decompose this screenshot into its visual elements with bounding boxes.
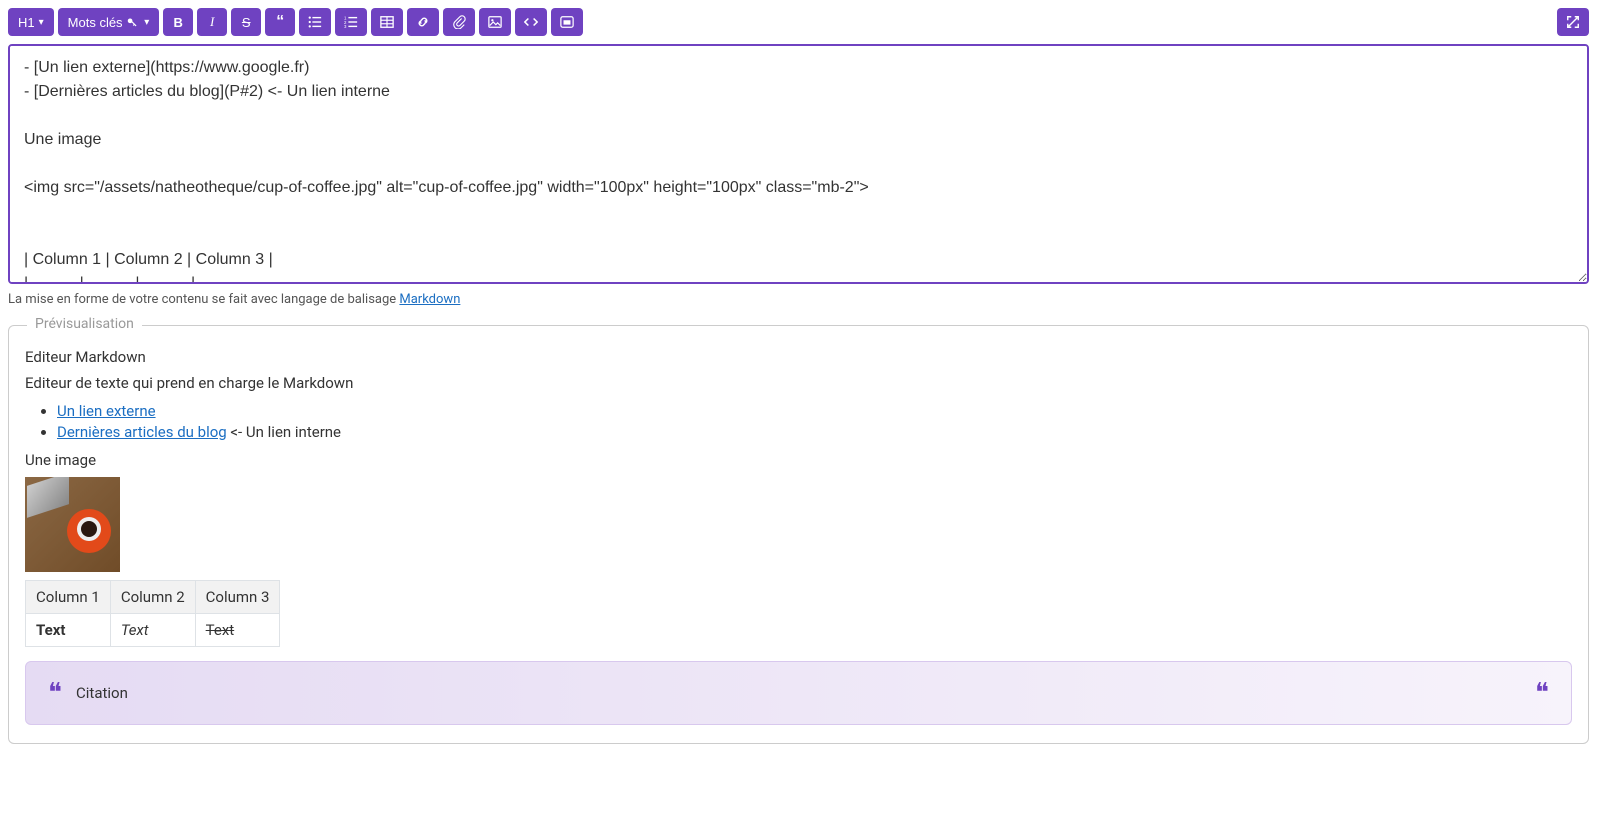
link-button[interactable] <box>407 8 439 36</box>
quote-button[interactable]: “ <box>265 8 295 36</box>
table-cell: Text <box>110 614 195 647</box>
preview-heading: Editeur Markdown <box>25 348 1572 366</box>
blockquote: ❝ Citation ❝ <box>25 661 1572 725</box>
internal-link-suffix: <- Un lien interne <box>227 423 341 441</box>
preview-legend: Prévisualisation <box>27 316 142 332</box>
strikethrough-button[interactable]: S <box>231 8 261 36</box>
markdown-editor-textarea[interactable] <box>8 44 1589 284</box>
list-item: Dernières articles du blog <- Un lien in… <box>57 423 1572 441</box>
table-header: Column 2 <box>110 581 195 614</box>
help-text: La mise en forme de votre contenu se fai… <box>8 292 1589 307</box>
preview-table: Column 1 Column 2 Column 3 Text Text Tex… <box>25 580 280 647</box>
table-cell: Text <box>195 614 280 647</box>
h1-label: H1 <box>18 15 35 30</box>
preview-link-list: Un lien externe Dernières articles du bl… <box>57 402 1572 441</box>
preview-content: Editeur Markdown Editeur de texte qui pr… <box>25 348 1572 725</box>
list-ul-icon <box>308 15 322 29</box>
external-link[interactable]: Un lien externe <box>57 402 156 420</box>
table-cell: Text <box>26 614 111 647</box>
image-icon <box>488 15 502 29</box>
italic-button[interactable]: I <box>197 8 227 36</box>
paperclip-icon <box>452 15 466 29</box>
attachment-button[interactable] <box>443 8 475 36</box>
h1-dropdown-button[interactable]: H1 ▾ <box>8 8 54 36</box>
preview-subheading: Editeur de texte qui prend en charge le … <box>25 374 1572 392</box>
caret-down-icon: ▾ <box>144 17 149 28</box>
embed-button[interactable] <box>551 8 583 36</box>
embed-icon <box>560 15 574 29</box>
table-header-row: Column 1 Column 2 Column 3 <box>26 581 280 614</box>
keywords-label: Mots clés <box>68 15 123 30</box>
help-prefix: La mise en forme de votre contenu se fai… <box>8 292 399 307</box>
expand-icon <box>1566 15 1580 29</box>
italic-icon: I <box>210 14 214 30</box>
code-icon <box>524 15 538 29</box>
list-item: Un lien externe <box>57 402 1572 420</box>
caret-down-icon: ▾ <box>39 17 44 28</box>
ordered-list-button[interactable]: 123 <box>335 8 367 36</box>
image-button[interactable] <box>479 8 511 36</box>
table-row: Text Text Text <box>26 614 280 647</box>
list-ol-icon: 123 <box>344 15 358 29</box>
fullscreen-button[interactable] <box>1557 8 1589 36</box>
link-icon <box>416 15 430 29</box>
quote-open-icon: ❝ <box>48 678 62 708</box>
table-header: Column 1 <box>26 581 111 614</box>
svg-text:3: 3 <box>344 24 347 29</box>
markdown-help-link[interactable]: Markdown <box>399 292 460 307</box>
quote-close-icon: ❝ <box>1535 678 1549 708</box>
preview-panel: Prévisualisation Editeur Markdown Editeu… <box>8 325 1589 744</box>
internal-link[interactable]: Dernières articles du blog <box>57 423 227 441</box>
quote-icon: “ <box>276 13 284 31</box>
image-caption: Une image <box>25 451 1572 469</box>
code-button[interactable] <box>515 8 547 36</box>
coffee-image <box>25 477 120 572</box>
unordered-list-button[interactable] <box>299 8 331 36</box>
table-button[interactable] <box>371 8 403 36</box>
key-icon <box>126 15 140 29</box>
table-header: Column 3 <box>195 581 280 614</box>
editor-toolbar: H1 ▾ Mots clés ▾ B I S “ 123 <box>8 8 1589 36</box>
bold-button[interactable]: B <box>163 8 193 36</box>
table-icon <box>380 15 394 29</box>
strikethrough-icon: S <box>242 15 251 30</box>
bold-icon: B <box>174 15 183 30</box>
blockquote-text: Citation <box>76 684 128 702</box>
keywords-dropdown-button[interactable]: Mots clés ▾ <box>58 8 160 36</box>
